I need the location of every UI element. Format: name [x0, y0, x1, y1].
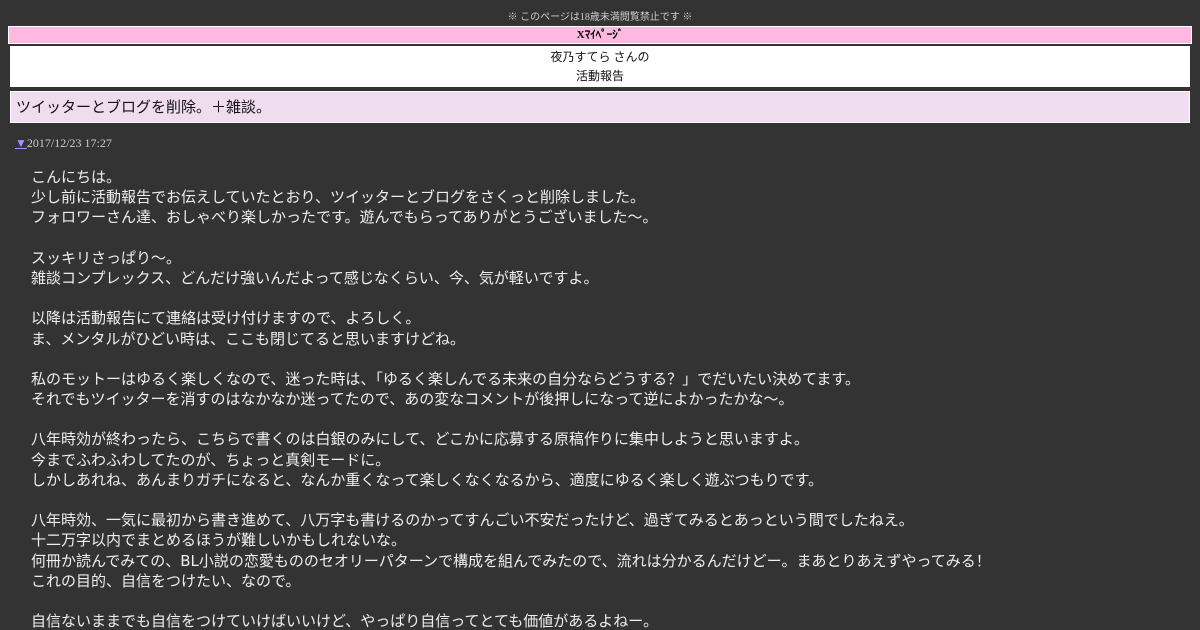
body-line: スッキリさっぱり～。 — [31, 248, 182, 267]
age-restriction-notice: ※ このページは18歳未満閲覧禁止です ※ — [507, 12, 693, 23]
body-line: 八年時効、一気に最初から書き進めて、八万字も書けるのかってすんごい不安だったけど… — [31, 511, 914, 530]
post-date: ▼2017/12/23 17:27 — [15, 135, 1200, 151]
body-line: 私のモットーはゆるく楽しくなので、迷った時は、「ゆるく楽しんでる未来の自分ならど… — [31, 369, 860, 388]
body-line: 十二万字以内でまとめるほうが難しいかもしれないな。 — [31, 531, 407, 550]
page-title: 夜乃すてら さんの 活動報告 — [10, 46, 1190, 87]
body-line: それでもツイッターを消すのはなかなか迷ってたので、あの変なコメントが後押しになっ… — [31, 390, 794, 409]
body-line: 八年時効が終わったら、こちらで書くのは白銀のみにして、どこかに応募する原稿作りに… — [31, 430, 809, 449]
body-line: 以降は活動報告にて連絡は受け付けますので、よろしく。 — [31, 309, 421, 328]
page: ※ このページは18歳未満閲覧禁止です ※ Xﾏｲﾍﾟｰｼﾞ 夜乃すてら さんの… — [0, 0, 1200, 630]
body-line: 今までふわふわしてたのが、ちょっと真剣モードに。 — [31, 450, 391, 469]
body-line: しかしあれね、あんまりガチになると、なんか重くなって楽しくなくなるから、適度にゆ… — [31, 470, 824, 489]
body-line: こんにちは。 — [31, 168, 122, 186]
body-line: ま、メンタルがひどい時は、ここも閉じてると思いますけどね。 — [31, 329, 465, 348]
body-line: 少し前に活動報告でお伝えしていたとおり、ツイッターとブログをさくっと削除しました… — [31, 188, 645, 207]
post-body: こんにちは。 少し前に活動報告でお伝えしていたとおり、ツイッターとブログをさくっ… — [31, 167, 1200, 630]
paragraph: 私のモットーはゆるく楽しくなので、迷った時は、「ゆるく楽しんでる未来の自分ならど… — [31, 369, 1200, 409]
body-line: フォロワーさん達、おしゃべり楽しかったです。遊んでもらってありがとうございました… — [31, 208, 658, 227]
body-line: これの目的、自信をつけたい、なので。 — [31, 571, 301, 590]
paragraph: こんにちは。 少し前に活動報告でお伝えしていたとおり、ツイッターとブログをさくっ… — [31, 167, 1200, 228]
post-title: ツイッターとブログを削除。＋雑談。 — [10, 91, 1190, 123]
post-date-value: 2017/12/23 17:27 — [26, 136, 112, 150]
paragraph: 自信ないままでも自信をつけていけばいいけど、やっぱり自信ってとても価値があるよね… — [31, 611, 1200, 630]
xmypage-link[interactable]: Xﾏｲﾍﾟｰｼﾞ — [8, 26, 1192, 44]
paragraph: 八年時効、一気に最初から書き進めて、八万字も書けるのかってすんごい不安だったけど… — [31, 510, 1200, 591]
author-name-line: 夜乃すてら さんの — [550, 50, 650, 64]
paragraph: 八年時効が終わったら、こちらで書くのは白銀のみにして、どこかに応募する原稿作りに… — [31, 429, 1200, 490]
activity-report-label: 活動報告 — [575, 69, 624, 83]
body-line: 雑談コンプレックス、どんだけ強いんだよって感じなくらい、今、気が軽いですよ。 — [31, 268, 599, 287]
triangle-down-icon[interactable]: ▼ — [15, 136, 27, 150]
body-line: 何冊か読んでみての、BL小説の恋愛もののセオリーパターンで構成を組んでみたので、… — [31, 551, 991, 570]
body-line: 自信ないままでも自信をつけていけばいいけど、やっぱり自信ってとても価値があるよね… — [31, 612, 659, 630]
paragraph: スッキリさっぱり～。 雑談コンプレックス、どんだけ強いんだよって感じなくらい、今… — [31, 248, 1200, 288]
paragraph: 以降は活動報告にて連絡は受け付けますので、よろしく。 ま、メンタルがひどい時は、… — [31, 308, 1200, 348]
